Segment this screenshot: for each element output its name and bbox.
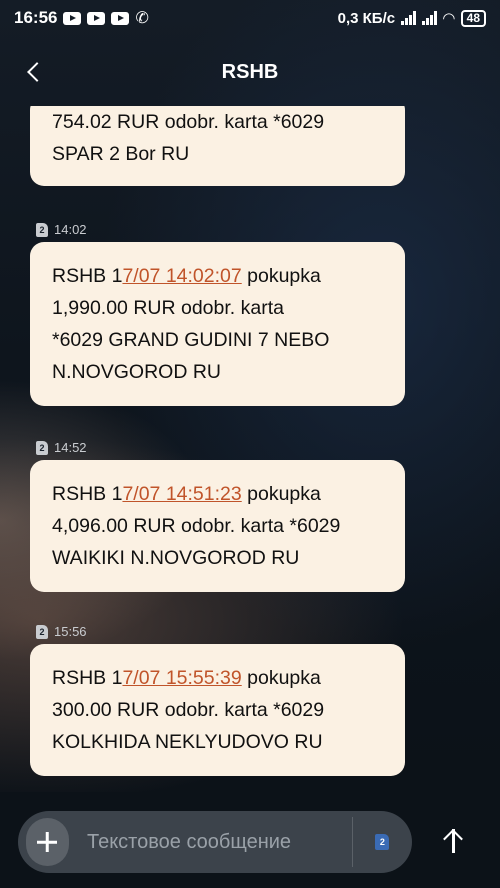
network-speed: 0,3 КБ/с: [337, 9, 396, 27]
datetime-link[interactable]: 7/07 15:55:39: [122, 667, 241, 689]
signal-icon: [401, 11, 417, 25]
app-bar: RSHB: [0, 44, 500, 100]
status-bar: 16:56 ✆ 0,3 КБ/с ◠ 48: [0, 0, 500, 36]
message-bubble[interactable]: RSHB 17/07 15:55:39 pokupka 300.00 RUR o…: [30, 644, 405, 776]
sim-icon: 2: [375, 834, 390, 850]
message-line: RSHB 17/07 14:51:23 pokupka: [52, 483, 321, 505]
sim-icon: 2: [36, 440, 48, 455]
composer-bar: 2: [0, 792, 500, 888]
message-line: 300.00 RUR odobr. karta *6029: [52, 699, 325, 721]
battery-icon: 48: [460, 9, 486, 27]
conversation-title: RSHB: [221, 60, 279, 83]
message-line: KOLKHIDA NEKLYUDOVO RU: [52, 731, 323, 753]
sim-icon: 2: [36, 624, 48, 639]
message-thread[interactable]: 754.02 RUR odobr. karta *6029 SPAR 2 Bor…: [0, 106, 500, 792]
youtube-notification-icon: [111, 11, 130, 25]
message-bubble[interactable]: RSHB 17/07 14:51:23 pokupka 4,096.00 RUR…: [30, 460, 405, 592]
datetime-link[interactable]: 7/07 14:51:23: [122, 483, 241, 505]
message-line: N.NOVGOROD RU: [52, 361, 222, 383]
add-attachment-button[interactable]: [26, 818, 69, 866]
send-icon[interactable]: [436, 825, 470, 859]
message-bubble[interactable]: RSHB 17/07 14:02:07 pokupka 1,990.00 RUR…: [30, 242, 405, 406]
sim-icon: 2: [36, 222, 48, 237]
message-line: 4,096.00 RUR odobr. karta *6029: [52, 515, 341, 537]
message-meta: 2 14:52: [36, 440, 87, 455]
message-line: 1,990.00 RUR odobr. karta: [52, 297, 284, 319]
composer: 2: [18, 811, 412, 873]
message-time: 15:56: [54, 624, 87, 639]
phone-call-icon: ✆: [135, 10, 149, 27]
message-meta: 2 15:56: [36, 624, 87, 639]
status-time: 16:56: [14, 8, 58, 27]
message-line: 754.02 RUR odobr. karta *6029: [52, 111, 325, 133]
wifi-icon: ◠: [443, 10, 455, 27]
sim-select-button[interactable]: 2: [353, 834, 412, 850]
message-time: 14:52: [54, 440, 87, 455]
message-line: RSHB 17/07 15:55:39 pokupka: [52, 667, 321, 689]
datetime-link[interactable]: 7/07 14:02:07: [122, 265, 241, 287]
message-input[interactable]: [86, 830, 352, 854]
message-line: SPAR 2 Bor RU: [52, 143, 190, 165]
message-line: *6029 GRAND GUDINI 7 NEBO: [52, 329, 330, 351]
message-time: 14:02: [54, 222, 87, 237]
message-bubble[interactable]: 754.02 RUR odobr. karta *6029 SPAR 2 Bor…: [30, 106, 405, 186]
message-meta: 2 14:02: [36, 222, 87, 237]
signal-icon: [422, 11, 438, 25]
message-line: RSHB 17/07 14:02:07 pokupka: [52, 265, 321, 287]
youtube-notification-icon: [63, 11, 82, 25]
back-icon[interactable]: [22, 54, 52, 90]
youtube-notification-icon: [87, 11, 106, 25]
message-line: WAIKIKI N.NOVGOROD RU: [52, 547, 300, 569]
